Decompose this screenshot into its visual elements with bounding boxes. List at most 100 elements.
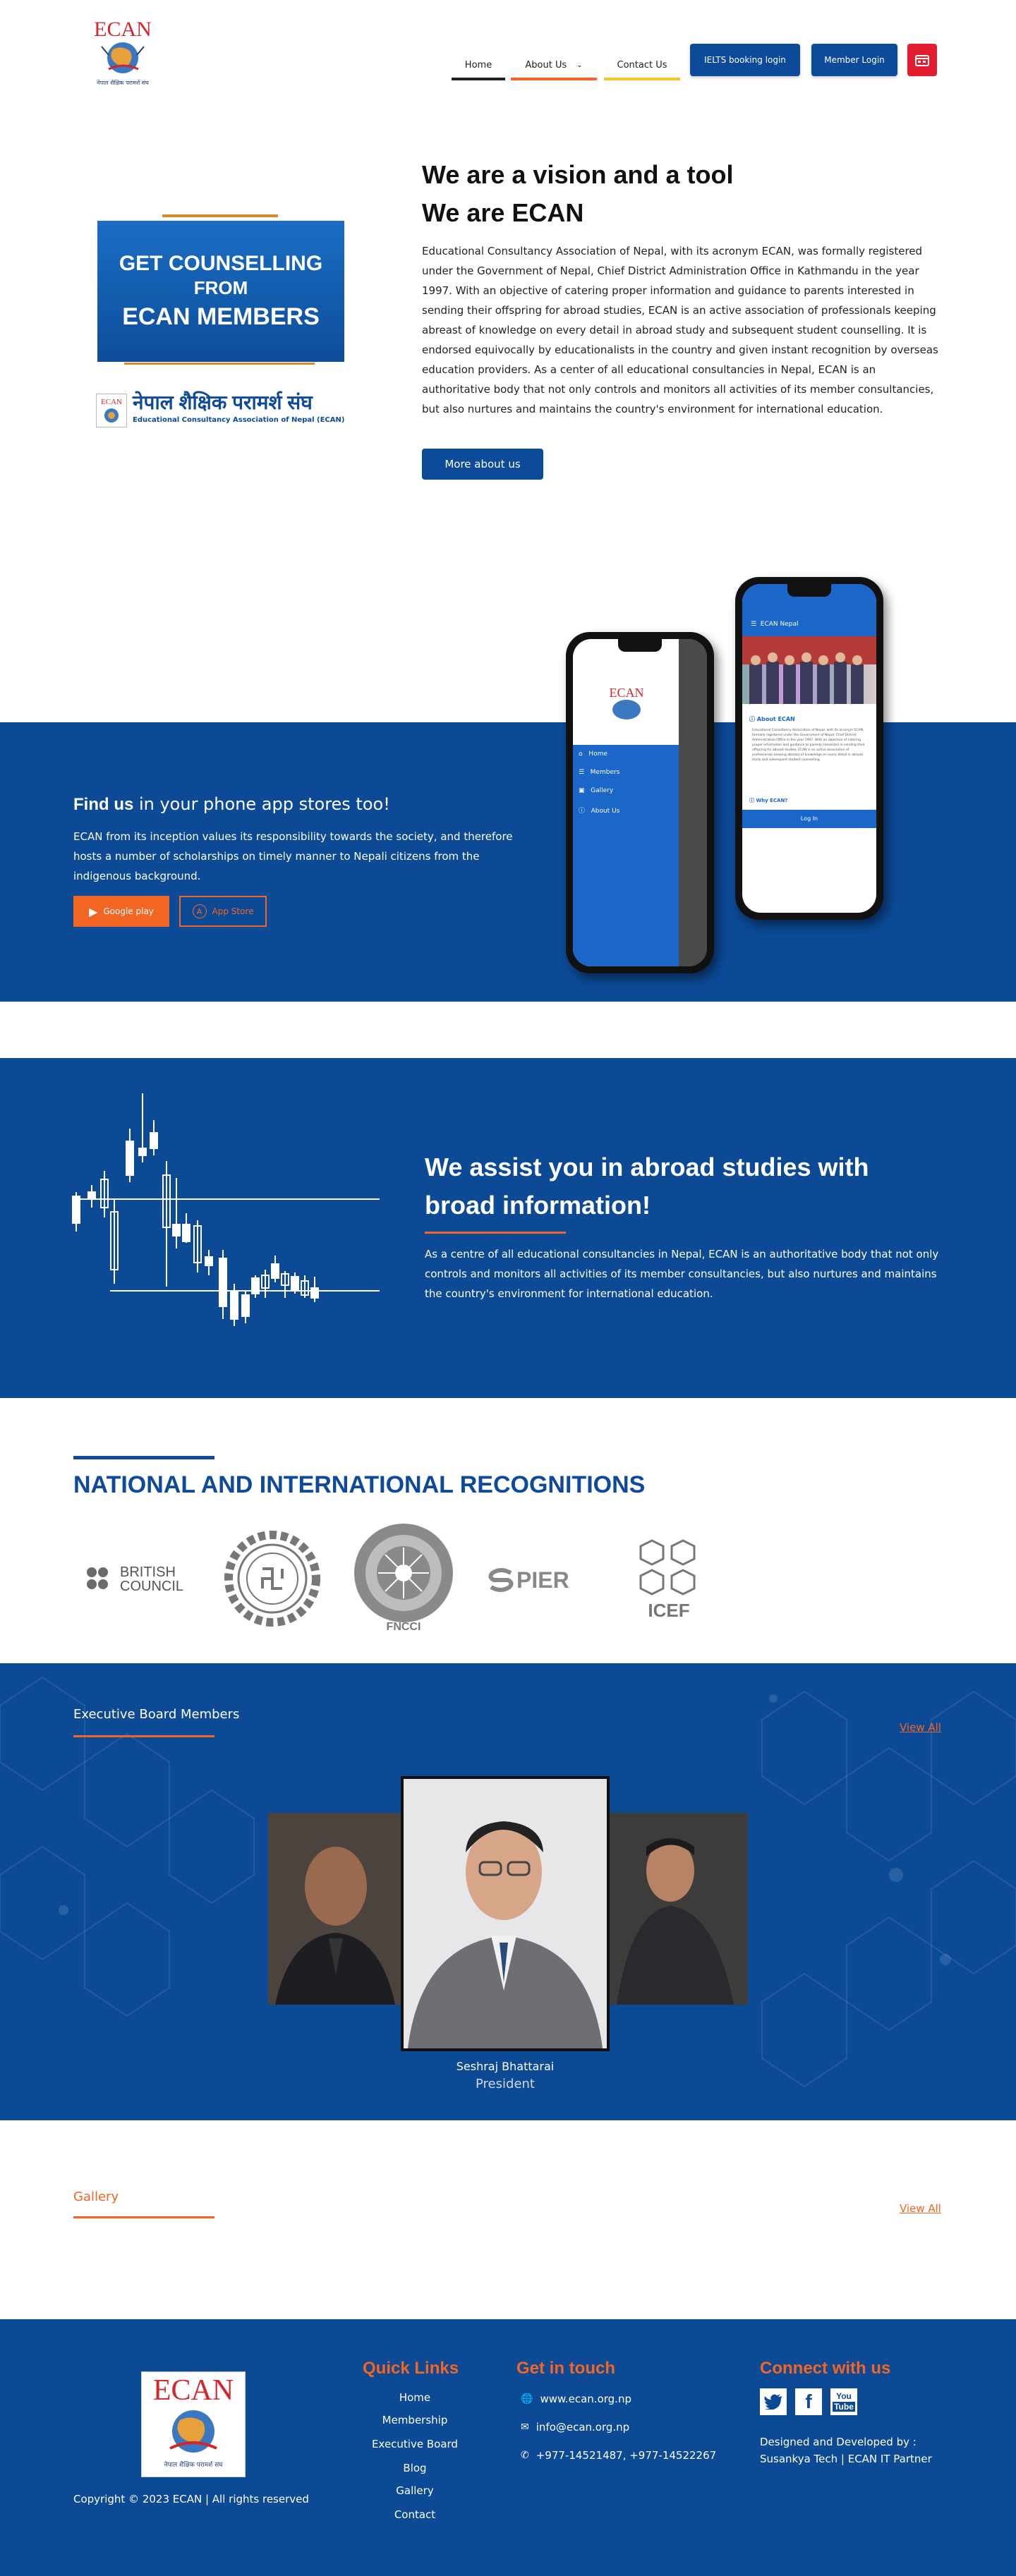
ecan-nepali-name: नेपाल शैक्षिक परामर्श संघ — [133, 391, 313, 413]
icef-cubes-icon — [639, 1539, 696, 1596]
ecan-english-name: Educational Consultancy Association of N… — [133, 416, 345, 424]
gallery-title: Gallery — [73, 2189, 119, 2204]
nav-contact-underline — [604, 78, 680, 80]
candlestick-chart-illustration — [72, 1093, 380, 1326]
british-council-line1: BRITISH — [120, 1565, 176, 1580]
phone-screen: ECAN ⌂ Home ☰ Members ▣ Gallery ⓘ About … — [573, 639, 707, 966]
quick-link-blog[interactable]: Blog — [353, 2462, 477, 2474]
british-council-dots-icon — [87, 1567, 108, 1589]
icef-label: ICEF — [648, 1600, 690, 1621]
phone-menu-item: ▣ Gallery — [579, 787, 614, 794]
fncci-label: FNCCI — [386, 1621, 421, 1633]
about-title-2: We are ECAN — [422, 198, 584, 227]
assist-underline — [425, 1232, 566, 1234]
counselling-banner: GET COUNSELLING FROM ECAN MEMBERS — [97, 221, 344, 362]
british-council-line2: COUNCIL — [120, 1579, 184, 1594]
footer-logo[interactable]: ECAN नेपाल शैक्षिक परामर्श संघ — [141, 2371, 246, 2477]
phone-notch — [787, 584, 831, 597]
youtube-icon[interactable]: You Tube — [830, 2388, 857, 2415]
board-member-photo-president[interactable] — [401, 1776, 610, 2051]
phone-mockup-menu: ECAN ⌂ Home ☰ Members ▣ Gallery ⓘ About … — [566, 632, 714, 973]
british-council-logo: BRITISH COUNCIL — [86, 1562, 193, 1597]
phone-backdrop — [679, 639, 707, 966]
quick-links-title: Quick Links — [363, 2359, 459, 2378]
phone-link[interactable]: ✆ +977-14521487, +977-14522267 — [521, 2449, 716, 2462]
logo-subtitle: नेपाल शैक्षिक परामर्श संघ — [97, 80, 149, 86]
twitter-icon[interactable] — [760, 2388, 787, 2415]
phone-drawer: ECAN ⌂ Home ☰ Members ▣ Gallery ⓘ About … — [573, 639, 679, 966]
app-title-rest: in your phone app stores too! — [133, 794, 390, 814]
counsel-line1: GET COUNSELLING — [119, 252, 323, 275]
counsel-line2: FROM — [193, 277, 248, 298]
phone-why-link: ⓘ Why ECAN? — [749, 798, 788, 803]
designed-by-line1: Designed and Developed by : — [760, 2436, 917, 2448]
nav-home-label: Home — [464, 59, 492, 71]
facebook-icon[interactable]: f — [795, 2388, 822, 2415]
board-title: Executive Board Members — [73, 1707, 240, 1722]
phone-menu-item: ⌂ Home — [579, 751, 607, 758]
about-title-1: We are a vision and a tool — [422, 160, 734, 189]
recognitions-title: NATIONAL AND INTERNATIONAL RECOGNITIONS — [73, 1471, 646, 1498]
spier-logo: PIER — [487, 1565, 593, 1596]
google-play-button[interactable]: ▶ Google play — [73, 896, 169, 927]
spier-s-icon — [488, 1568, 514, 1592]
envelope-icon: ✉ — [521, 2422, 529, 2433]
designed-by: Designed and Developed by : Susankya Tec… — [760, 2434, 932, 2467]
website-text: www.ecan.org.np — [540, 2393, 631, 2405]
quick-link-executive-board[interactable]: Executive Board — [353, 2438, 477, 2450]
footer-logo-subtitle: नेपाल शैक्षिक परामर्श संघ — [164, 2462, 223, 2469]
gallery-view-all-link[interactable]: View All — [900, 2202, 941, 2215]
chevron-down-icon: ⌄ — [576, 61, 583, 69]
globe-icon: 🌐 — [521, 2393, 533, 2405]
board-member-photo-left[interactable] — [268, 1813, 402, 2005]
copyright-text: Copyright © 2023 ECAN | All rights reser… — [73, 2493, 309, 2505]
nav-about-underline — [511, 78, 597, 80]
quick-link-membership[interactable]: Membership — [353, 2414, 477, 2426]
svg-text:ECAN: ECAN — [101, 398, 122, 406]
ecan-logo[interactable]: ECAN नेपाल शैक्षिक परामर्श संघ — [87, 18, 158, 89]
phone-menu-item: ☰ Members — [579, 769, 620, 776]
app-title: Find us in your phone app stores too! — [73, 794, 390, 815]
get-in-touch-title: Get in touch — [516, 2359, 615, 2378]
quick-link-gallery[interactable]: Gallery — [353, 2484, 477, 2497]
nav-home[interactable]: Home — [452, 49, 505, 80]
phone-logo: ECAN — [609, 686, 644, 700]
board-member-photo-right[interactable] — [610, 1813, 748, 2005]
phone-group-photo — [742, 636, 876, 704]
designed-by-line2[interactable]: Susankya Tech | ECAN IT Partner — [760, 2450, 932, 2467]
quick-link-contact[interactable]: Contact — [353, 2508, 477, 2521]
more-about-button[interactable]: More about us — [422, 449, 543, 480]
board-member-role: President — [476, 2077, 535, 2091]
app-store-button[interactable]: A App Store — [179, 896, 267, 927]
phone-appbar-title: ☰ ECAN Nepal — [751, 621, 799, 628]
phone-menu: ⌂ Home ☰ Members ▣ Gallery ⓘ About Us — [573, 745, 679, 966]
nav-contact[interactable]: Contact Us — [604, 49, 680, 80]
about-paragraph: Educational Consultancy Association of N… — [422, 245, 938, 415]
social-charity-seal-icon — [224, 1531, 320, 1627]
board-member-name: Seshraj Bhattarai — [456, 2060, 555, 2073]
assist-paragraph: As a centre of all educational consultan… — [425, 1248, 939, 1300]
phone-menu-list: ⌂ Home ☰ Members ▣ Gallery ⓘ About Us — [579, 751, 619, 815]
phone-text: +977-14521487, +977-14522267 — [536, 2449, 717, 2462]
footer-logo-text: ECAN — [152, 2374, 234, 2407]
nav-about[interactable]: About Us ⌄ — [511, 49, 597, 80]
google-play-label: Google play — [103, 906, 154, 916]
phone-globe-icon — [612, 700, 641, 719]
calendar-icon — [915, 55, 929, 66]
phone-menu-item: ⓘ About Us — [579, 808, 620, 815]
app-title-bold: Find us — [73, 795, 134, 814]
apple-store-icon: A — [192, 904, 207, 918]
board-view-all-link[interactable]: View All — [900, 1721, 941, 1734]
email-link[interactable]: ✉ info@ecan.org.np — [521, 2421, 629, 2434]
board-underline — [73, 1735, 214, 1737]
quick-link-home[interactable]: Home — [353, 2391, 477, 2404]
phone-about-text: Educational Consultancy Association of N… — [752, 729, 865, 762]
ielts-booking-button[interactable]: IELTS booking login — [690, 44, 800, 76]
recognitions-bar — [73, 1456, 214, 1459]
ecan-small-logo: ECAN — [96, 394, 127, 427]
member-login-button[interactable]: Member Login — [811, 44, 897, 76]
phone-mockup-about: ☰ ECAN Nepal ⓘ About ECAN Educational Co… — [735, 577, 883, 920]
phone-notch — [618, 639, 662, 652]
website-link[interactable]: 🌐 www.ecan.org.np — [521, 2393, 631, 2405]
calendar-button[interactable] — [907, 44, 937, 76]
